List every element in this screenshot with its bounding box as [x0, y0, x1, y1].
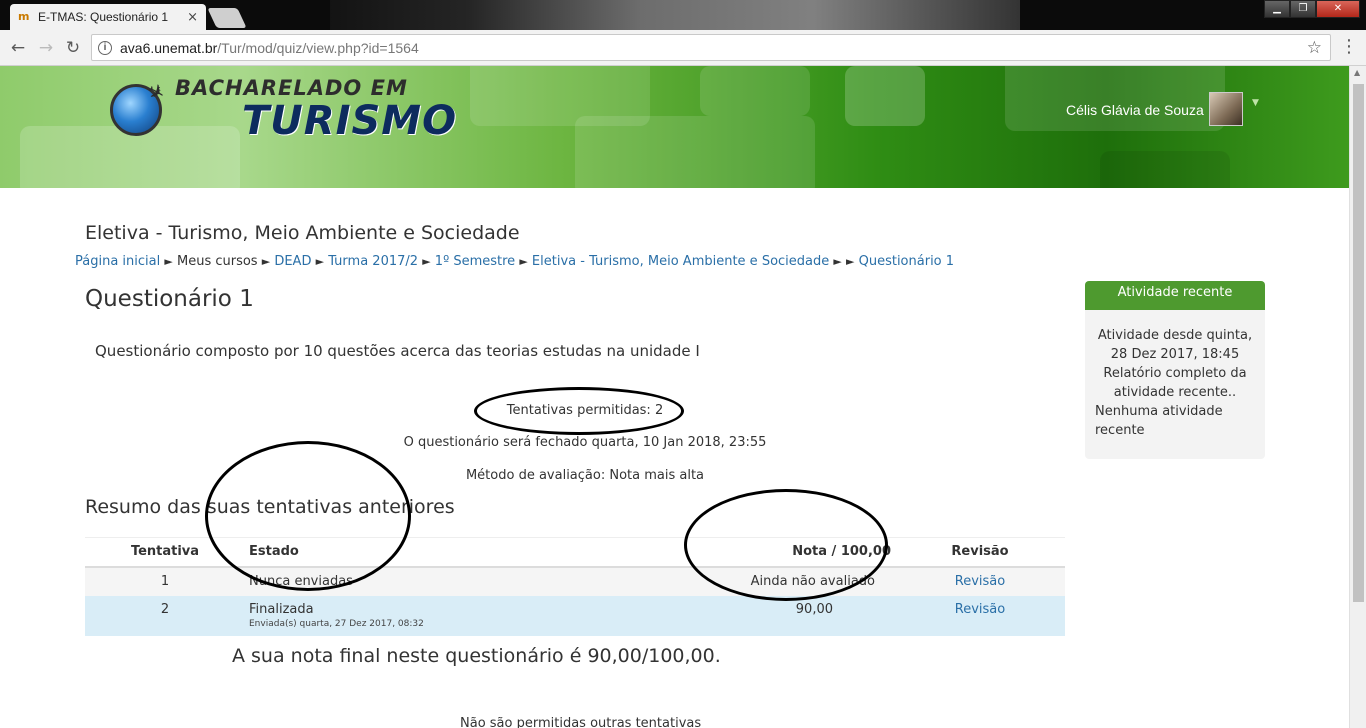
breadcrumb: Página inicial ► Meus cursos ► DEAD ► Tu… — [75, 254, 954, 269]
attempt-submitted-date: Enviada(s) quarta, 27 Dez 2017, 08:32 — [249, 618, 424, 629]
user-menu-name[interactable]: Célis Glávia de Souza — [1066, 102, 1204, 118]
scrollbar-thumb[interactable] — [1353, 84, 1364, 602]
site-info-icon[interactable]: i — [98, 40, 112, 55]
avatar[interactable] — [1209, 92, 1243, 126]
table-row: 1 Nunca enviadas Ainda não avaliado Revi… — [85, 566, 1065, 596]
breadcrumb-separator-icon: ► — [519, 255, 528, 268]
url-host: ava6.unemat.br — [120, 39, 218, 56]
final-grade: A sua nota final neste questionário é 90… — [232, 645, 721, 667]
attempt-number: 1 — [85, 566, 245, 596]
attempt-state: Finalizada — [249, 601, 314, 617]
recent-activity-block: Atividade recente Atividade desde quinta… — [1085, 281, 1265, 459]
attempts-summary-title: Resumo das suas tentativas anteriores — [85, 496, 455, 518]
moodle-favicon-icon: m — [18, 10, 30, 23]
url-path: /Tur/mod/quiz/view.php?id=1564 — [217, 39, 419, 56]
breadcrumb-home[interactable]: Página inicial — [75, 254, 160, 269]
breadcrumb-my-courses: Meus cursos — [176, 254, 258, 269]
breadcrumb-semester[interactable]: 1º Semestre — [435, 254, 515, 269]
address-bar[interactable]: i ava6.unemat.br/Tur/mod/quiz/view.php?i… — [91, 34, 1331, 61]
course-title: Eletiva - Turismo, Meio Ambiente e Socie… — [85, 222, 520, 244]
browser-tab[interactable]: m E-TMAS: Questionário 1 × — [10, 4, 206, 30]
reload-button[interactable]: ↻ — [63, 38, 83, 58]
site-header-banner: ✈ BACHARELADO EM TURISMO Célis Glávia de… — [0, 66, 1349, 188]
column-header-grade: Nota / 100,00 — [585, 537, 895, 568]
scroll-up-icon[interactable]: ▲ — [1354, 68, 1360, 77]
recent-activity-full-report-link[interactable]: Relatório completo da atividade recente.… — [1095, 364, 1255, 402]
column-header-review: Revisão — [895, 537, 1065, 568]
breadcrumb-quiz[interactable]: Questionário 1 — [859, 254, 954, 269]
review-link[interactable]: Revisão — [955, 602, 1005, 617]
browser-titlebar: m E-TMAS: Questionário 1 × ▁ ❐ ✕ — [0, 0, 1366, 30]
attempts-table: Tentativa Estado Nota / 100,00 Revisão 1… — [85, 537, 1065, 636]
breadcrumb-course[interactable]: Eletiva - Turismo, Meio Ambiente e Socie… — [532, 254, 829, 269]
quiz-close-date: O questionário será fechado quarta, 10 J… — [403, 435, 767, 450]
window-controls: ▁ ❐ ✕ — [1264, 0, 1360, 18]
attempt-grade: Ainda não avaliado — [585, 566, 895, 596]
recent-activity-none: Nenhuma atividade recente — [1095, 404, 1223, 438]
browser-menu-icon[interactable]: ⋮ — [1340, 37, 1358, 57]
forward-button[interactable]: → — [36, 38, 56, 58]
table-header-row: Tentativa Estado Nota / 100,00 Revisão — [85, 537, 1065, 568]
new-tab-button[interactable] — [207, 8, 247, 28]
attempt-state-cell: Finalizada Enviada(s) quarta, 27 Dez 201… — [245, 595, 585, 636]
breadcrumb-separator-icon: ► — [833, 255, 842, 268]
grading-method: Método de avaliação: Nota mais alta — [465, 468, 705, 483]
desktop-background — [330, 0, 1020, 30]
logo-title[interactable]: TURISMO — [242, 98, 457, 144]
breadcrumb-separator-icon: ► — [261, 255, 271, 268]
page-scrollbar[interactable]: ▲ — [1349, 66, 1366, 728]
maximize-button[interactable]: ❐ — [1290, 0, 1316, 18]
chevron-down-icon[interactable]: ▼ — [1252, 98, 1259, 108]
page-title: Questionário 1 — [85, 286, 254, 312]
tab-close-icon[interactable]: × — [187, 10, 198, 25]
recent-activity-title: Atividade recente — [1085, 281, 1265, 310]
logo-subtitle: BACHARELADO EM — [175, 76, 408, 100]
attempt-grade: 90,00 — [585, 595, 895, 636]
attempts-allowed: Tentativas permitidas: 2 — [506, 403, 664, 418]
review-link[interactable]: Revisão — [955, 574, 1005, 589]
breadcrumb-separator-icon: ► — [315, 255, 325, 268]
tab-title: E-TMAS: Questionário 1 — [38, 10, 169, 24]
close-window-button[interactable]: ✕ — [1316, 0, 1360, 18]
table-row: 2 Finalizada Enviada(s) quarta, 27 Dez 2… — [85, 595, 1065, 636]
breadcrumb-turma[interactable]: Turma 2017/2 — [328, 254, 418, 269]
attempt-number: 2 — [85, 595, 245, 636]
breadcrumb-separator-icon: ► — [422, 255, 431, 268]
browser-toolbar: ← → ↻ i ava6.unemat.br/Tur/mod/quiz/view… — [0, 30, 1366, 66]
bookmark-star-icon[interactable]: ☆ — [1307, 38, 1322, 58]
minimize-button[interactable]: ▁ — [1264, 0, 1290, 18]
breadcrumb-separator-icon: ► — [164, 255, 173, 268]
recent-activity-since: Atividade desde quinta, 28 Dez 2017, 18:… — [1097, 328, 1253, 362]
recent-activity-body: Atividade desde quinta, 28 Dez 2017, 18:… — [1085, 310, 1265, 440]
column-header-attempt: Tentativa — [85, 537, 245, 568]
back-button[interactable]: ← — [8, 38, 28, 58]
quiz-intro: Questionário composto por 10 questões ac… — [95, 342, 700, 360]
breadcrumb-dead[interactable]: DEAD — [274, 254, 311, 269]
attempt-state: Nunca enviadas — [245, 566, 585, 596]
column-header-state: Estado — [245, 537, 585, 568]
no-more-attempts: Não são permitidas outras tentativas — [460, 716, 702, 728]
breadcrumb-separator-icon: ► — [846, 255, 855, 268]
